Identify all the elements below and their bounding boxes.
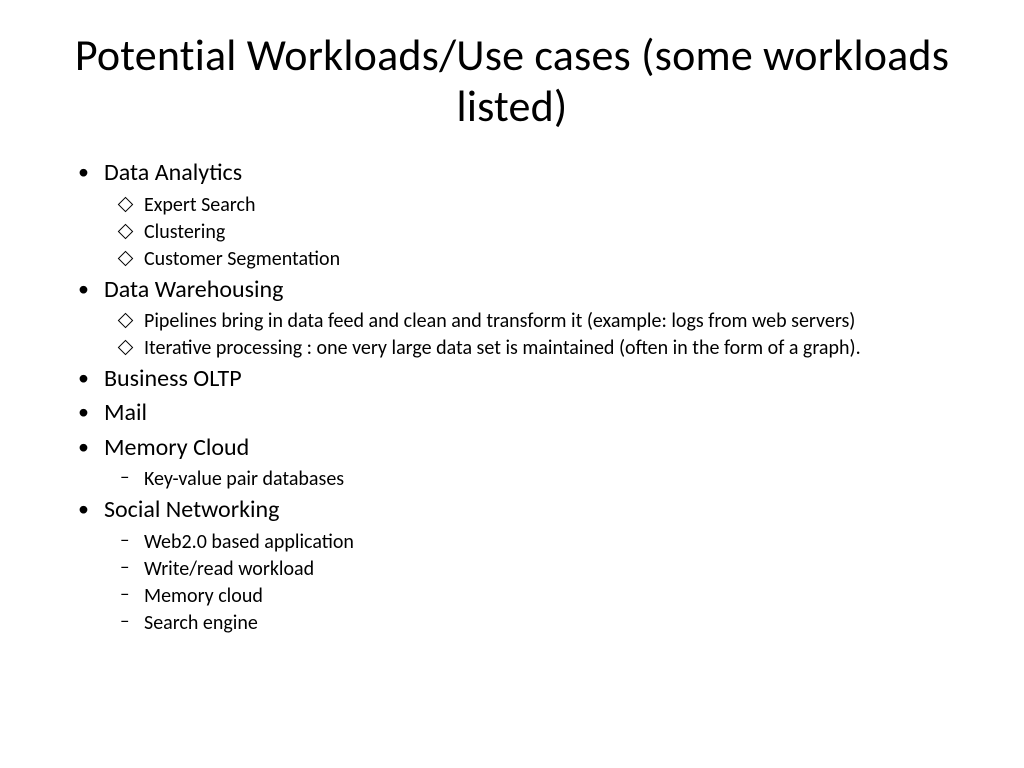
list-item-label: Data Analytics xyxy=(104,158,242,187)
sub-list-item: Iterative processing : one very large da… xyxy=(144,335,964,361)
sub-list: Key-value pair databases xyxy=(104,466,964,492)
sub-list: Expert SearchClusteringCustomer Segmenta… xyxy=(104,192,964,272)
sub-list: Web2.0 based applicationWrite/read workl… xyxy=(104,529,964,636)
list-item-label: Data Warehousing xyxy=(104,275,283,304)
list-item: Business OLTP xyxy=(104,363,964,395)
slide-container: Potential Workloads/Use cases (some work… xyxy=(0,0,1024,678)
list-item-label: Mail xyxy=(104,398,147,427)
sub-list-item: Web2.0 based application xyxy=(144,529,964,555)
sub-list-item: Memory cloud xyxy=(144,583,964,609)
sub-list-item: Write/read workload xyxy=(144,556,964,582)
slide-title: Potential Workloads/Use cases (some work… xyxy=(60,30,964,131)
sub-list-item: Key-value pair databases xyxy=(144,466,964,492)
list-item: Mail xyxy=(104,397,964,429)
list-item-label: Business OLTP xyxy=(104,364,242,393)
list-item: Data Analytics Expert SearchClusteringCus… xyxy=(104,157,964,271)
sub-list: Pipelines bring in data feed and clean a… xyxy=(104,308,964,361)
list-item: Social Networking Web2.0 based applicatio… xyxy=(104,494,964,635)
sub-list-item: Search engine xyxy=(144,610,964,636)
list-item: Data Warehousing Pipelines bring in data … xyxy=(104,274,964,361)
sub-list-item: Expert Search xyxy=(144,192,964,218)
list-item-label: Social Networking xyxy=(104,495,279,524)
list-item-label: Memory Cloud xyxy=(104,433,249,462)
sub-list-item: Customer Segmentation xyxy=(144,246,964,272)
sub-list-item: Pipelines bring in data feed and clean a… xyxy=(144,308,964,334)
bullet-list: Data Analytics Expert SearchClusteringCus… xyxy=(60,157,964,635)
sub-list-item: Clustering xyxy=(144,219,964,245)
list-item: Memory Cloud Key-value pair databases xyxy=(104,432,964,492)
